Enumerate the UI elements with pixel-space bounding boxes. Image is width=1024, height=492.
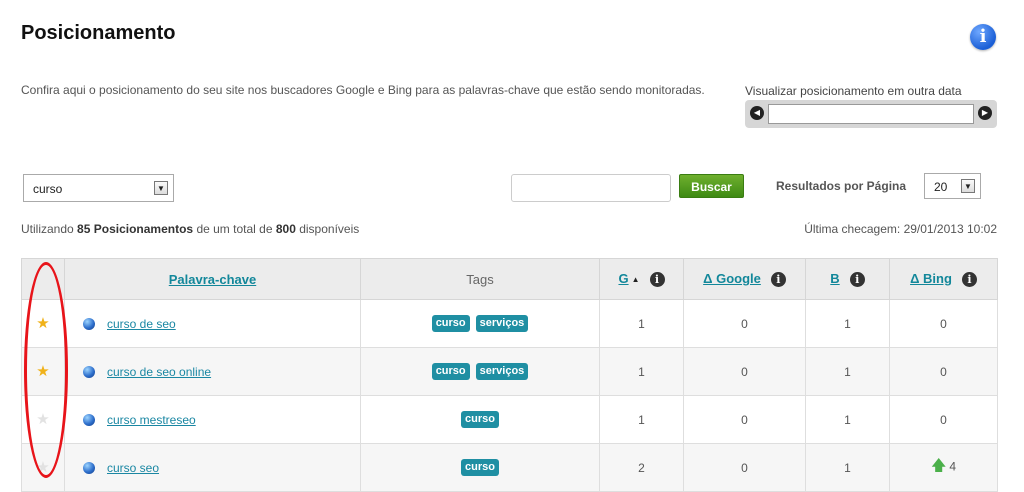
tag-badge[interactable]: curso <box>431 315 470 332</box>
info-icon[interactable]: i <box>649 272 665 288</box>
delta-google: 0 <box>683 395 806 444</box>
table-row: ★ curso de seo curso serviços 1 0 1 0 <box>21 299 998 348</box>
google-position: 1 <box>599 299 684 348</box>
delta-bing-cell: 0 <box>889 299 998 348</box>
keyword-link[interactable]: curso de seo online <box>107 365 211 379</box>
keyword-link[interactable]: curso de seo <box>107 317 176 331</box>
star-cell: ★ <box>21 299 65 348</box>
delta-bing-cell: 0 <box>889 395 998 444</box>
bing-position: 1 <box>805 443 890 492</box>
sort-bing-link[interactable]: B <box>830 271 839 286</box>
tag-badge[interactable]: curso <box>461 459 499 476</box>
table-row: ★ curso seo curso 2 0 1 🡅 4 <box>21 443 998 492</box>
star-icon[interactable]: ★ <box>36 315 49 332</box>
chevron-down-icon[interactable]: ▼ <box>154 181 168 195</box>
bing-position: 1 <box>805 395 890 444</box>
google-position: 1 <box>599 395 684 444</box>
google-position: 2 <box>599 443 684 492</box>
delta-bing-cell: 🡅 4 <box>889 443 998 492</box>
keyword-filter-select[interactable]: curso ▼ <box>23 174 174 202</box>
header-keyword: Palavra-chave <box>64 258 361 300</box>
tags-cell: curso <box>360 443 600 492</box>
delta-bing: 0 <box>940 364 947 379</box>
delta-google: 0 <box>683 443 806 492</box>
bing-position: 1 <box>805 299 890 348</box>
sort-delta-google-link[interactable]: Δ Google <box>703 271 761 286</box>
usage-total: 800 <box>275 222 296 236</box>
delta-bing: 0 <box>940 316 947 331</box>
delta-google: 0 <box>683 299 806 348</box>
keyword-cell: curso seo <box>64 443 361 492</box>
page-title: Posicionamento <box>21 22 176 44</box>
tags-cell: curso serviços <box>360 347 600 396</box>
date-input[interactable] <box>768 104 974 124</box>
arrow-up-icon: 🡅 <box>930 457 947 474</box>
positions-table: Palavra-chave Tags G ▲ i Δ Google i Bi Δ Bi… <box>21 258 998 492</box>
tag-badge[interactable]: serviços <box>475 315 529 332</box>
tags-cell: curso <box>360 395 600 444</box>
star-cell: ★ <box>21 395 65 444</box>
star-icon[interactable]: ★ <box>36 459 49 476</box>
keyword-filter-value: curso <box>33 182 63 196</box>
search-button[interactable]: Buscar <box>679 174 744 198</box>
star-icon[interactable]: ★ <box>36 363 49 380</box>
tag-badge[interactable]: serviços <box>475 363 529 380</box>
keyword-cell: curso de seo <box>64 299 361 348</box>
tags-cell: curso serviços <box>360 299 600 348</box>
per-page-select[interactable]: 20 ▼ <box>924 173 981 199</box>
tag-badge[interactable]: curso <box>461 411 499 428</box>
star-cell: ★ <box>21 347 65 396</box>
keyword-cell: curso mestreseo <box>64 395 361 444</box>
header-star <box>21 258 65 300</box>
search-input[interactable] <box>511 174 671 202</box>
delta-bing-cell: 0 <box>889 347 998 396</box>
per-page-label: Resultados por Página <box>776 179 907 193</box>
globe-icon <box>83 365 95 378</box>
date-picker: ◀ ▶ <box>745 100 997 128</box>
sort-keyword-link[interactable]: Palavra-chave <box>169 272 256 287</box>
table-body: ★ curso de seo curso serviços 1 0 1 0 ★ curso de … <box>21 299 998 492</box>
header-bing: Bi <box>805 258 890 300</box>
header-delta-google: Δ Google i <box>683 258 806 300</box>
sort-google-link[interactable]: G <box>618 271 628 286</box>
table-row: ★ curso de seo online curso serviços 1 0 1 0 <box>21 347 998 396</box>
delta-bing: 0 <box>940 412 947 427</box>
per-page-value: 20 <box>934 180 948 194</box>
tag-badge[interactable]: curso <box>431 363 470 380</box>
header-google: G ▲ i <box>599 258 684 300</box>
keyword-cell: curso de seo online <box>64 347 361 396</box>
star-icon[interactable]: ★ <box>36 411 49 428</box>
delta-bing: 4 <box>949 459 957 474</box>
info-icon[interactable]: i <box>961 272 977 288</box>
delta-google: 0 <box>683 347 806 396</box>
globe-icon <box>83 413 95 426</box>
bing-position: 1 <box>805 347 890 396</box>
star-cell: ★ <box>21 443 65 492</box>
usage-count: 85 Posicionamentos <box>77 222 194 236</box>
date-picker-label: Visualizar posicionamento em outra data <box>745 84 962 98</box>
chevron-down-icon[interactable]: ▼ <box>961 179 975 193</box>
arrow-left-icon[interactable]: ◀ <box>750 106 764 120</box>
table-row: ★ curso mestreseo curso 1 0 1 0 <box>21 395 998 444</box>
sort-asc-icon: ▲ <box>631 275 640 285</box>
header-delta-bing: Δ Bing i <box>889 258 998 300</box>
google-position: 1 <box>599 347 684 396</box>
globe-icon <box>83 317 95 330</box>
keyword-link[interactable]: curso mestreseo <box>107 413 196 427</box>
info-icon[interactable]: i <box>770 272 786 288</box>
page-description: Confira aqui o posicionamento do seu sit… <box>21 83 705 97</box>
sort-delta-bing-link[interactable]: Δ Bing <box>910 271 952 286</box>
usage-summary: Utilizando 85 Posicionamentos de um tota… <box>21 222 360 236</box>
info-icon[interactable]: i <box>970 24 996 50</box>
header-tags: Tags <box>360 258 600 300</box>
globe-icon <box>83 461 95 474</box>
arrow-right-icon[interactable]: ▶ <box>978 106 992 120</box>
last-check: Última checagem: 29/01/2013 10:02 <box>804 222 997 236</box>
table-header-row: Palavra-chave Tags G ▲ i Δ Google i Bi Δ Bi… <box>21 258 998 300</box>
keyword-link[interactable]: curso seo <box>107 461 159 475</box>
info-icon[interactable]: i <box>849 272 865 288</box>
